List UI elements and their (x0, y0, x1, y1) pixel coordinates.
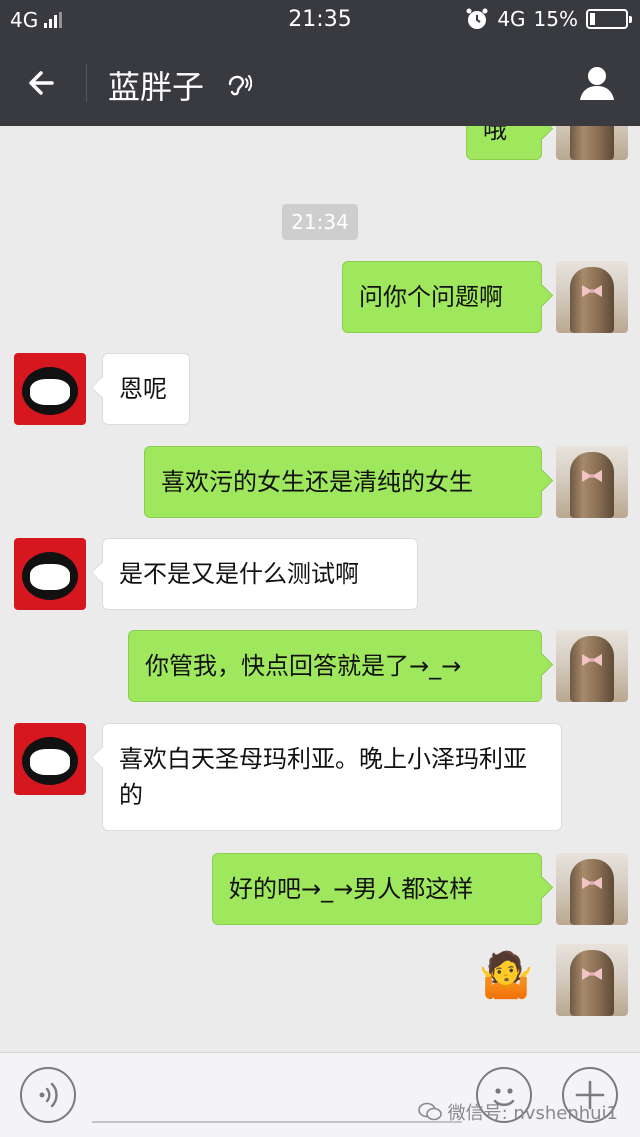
message-text: 喜欢白天圣母玛利亚。晚上小泽玛利亚的 (119, 745, 527, 809)
message-text: 喜欢污的女生还是清纯的女生 (161, 468, 473, 496)
message-bubble-self[interactable]: 喜欢污的女生还是清纯的女生 (144, 446, 542, 518)
message-bubble-other[interactable]: 喜欢白天圣母玛利亚。晚上小泽玛利亚的 (102, 723, 562, 831)
status-bar: 4G 21:35 4G 15% (0, 0, 640, 40)
message-text: 问你个问题啊 (359, 283, 503, 311)
chat-header: 蓝胖子 (0, 40, 640, 126)
message-text: 你管我，快点回答就是了→_→ (145, 652, 462, 680)
timestamp: 21:34 (282, 204, 358, 240)
avatar-self[interactable] (556, 261, 628, 333)
message-bubble-self[interactable]: 你管我，快点回答就是了→_→ (128, 630, 542, 702)
network-right-label: 4G (497, 7, 526, 31)
avatar-self[interactable] (556, 446, 628, 518)
battery-percent: 15% (533, 7, 578, 31)
message-text: 好的吧→_→男人都这样 (229, 875, 474, 903)
avatar-self[interactable] (556, 944, 628, 1016)
avatar-self[interactable] (556, 126, 628, 160)
message-bubble-other[interactable]: 是不是又是什么测试啊 (102, 538, 418, 610)
avatar-other[interactable] (14, 723, 86, 795)
header-divider (86, 64, 87, 102)
chat-area[interactable]: 哦 21:34 问你个问题啊 恩呢 喜欢污的女生还是清纯的女生 是不是又是什么测… (0, 126, 640, 1052)
watermark-text: 微信号: nvshenhui1 (447, 1103, 618, 1124)
voice-button[interactable] (20, 1067, 76, 1123)
message-bubble-self[interactable]: 问你个问题啊 (342, 261, 542, 333)
avatar-self[interactable] (556, 853, 628, 925)
ear-icon (228, 75, 252, 96)
message-bubble-self[interactable]: 哦 (466, 126, 542, 160)
message-text: 哦 (483, 126, 507, 144)
input-bar: 微信号: nvshenhui1 (0, 1052, 640, 1137)
message-text: 是不是又是什么测试啊 (119, 560, 359, 588)
chat-title: 蓝胖子 (108, 68, 205, 106)
message-input[interactable] (92, 1071, 462, 1123)
battery-icon (586, 9, 632, 29)
avatar-other[interactable] (14, 538, 86, 610)
alarm-icon (466, 8, 488, 29)
emoji-message[interactable]: 🤷 (478, 948, 534, 1004)
wechat-watermark: 微信号: nvshenhui1 (417, 1099, 618, 1125)
status-right: 4G 15% (465, 7, 632, 31)
message-bubble-self[interactable]: 好的吧→_→男人都这样 (212, 853, 542, 925)
avatar-other[interactable] (14, 353, 86, 425)
avatar-self[interactable] (556, 630, 628, 702)
back-arrow-icon[interactable] (22, 62, 64, 104)
wechat-icon (417, 1102, 442, 1121)
message-bubble-other[interactable]: 恩呢 (102, 353, 190, 425)
user-icon[interactable] (576, 62, 618, 104)
battery-fill (590, 13, 596, 25)
message-text: 恩呢 (119, 375, 167, 403)
voice-icon (39, 1082, 58, 1108)
